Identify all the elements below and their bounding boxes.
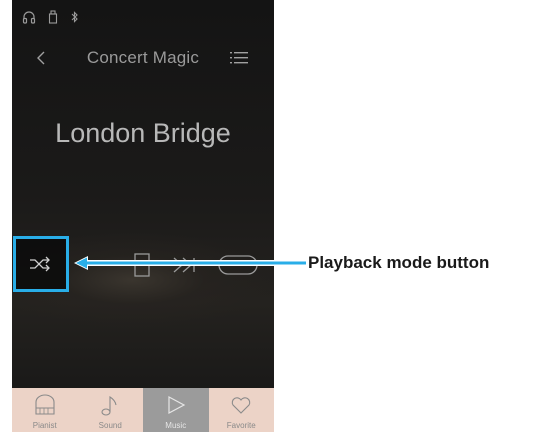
tab-label: Pianist — [32, 421, 57, 430]
piano-icon — [35, 394, 55, 415]
status-bar — [22, 9, 79, 25]
playback-mode-button[interactable] — [13, 236, 69, 292]
navigation-bar: Concert Magic — [12, 44, 274, 74]
headphones-icon — [22, 11, 36, 24]
tab-sound[interactable]: Sound — [77, 388, 143, 432]
bluetooth-icon — [71, 11, 78, 23]
tab-pianist[interactable]: Pianist — [12, 388, 78, 432]
usb-drive-icon — [48, 10, 58, 24]
song-title: London Bridge — [55, 118, 231, 148]
app-screen: Concert Magic London Bridge — [12, 0, 274, 432]
tab-bar: Pianist Sound Music Favorite — [12, 388, 274, 432]
tab-label: Music — [165, 421, 187, 430]
tab-label: Sound — [98, 421, 122, 430]
tab-favorite[interactable]: Favorite — [208, 388, 274, 432]
music-note-icon — [101, 396, 117, 416]
tab-music[interactable]: Music — [143, 388, 209, 432]
play-icon — [168, 396, 186, 414]
heart-icon — [232, 397, 251, 414]
shuffle-icon — [30, 256, 50, 272]
list-icon[interactable] — [230, 48, 250, 68]
tab-label: Favorite — [226, 421, 256, 430]
callout-label: Playback mode button — [308, 253, 490, 272]
callout-arrow — [74, 256, 306, 270]
